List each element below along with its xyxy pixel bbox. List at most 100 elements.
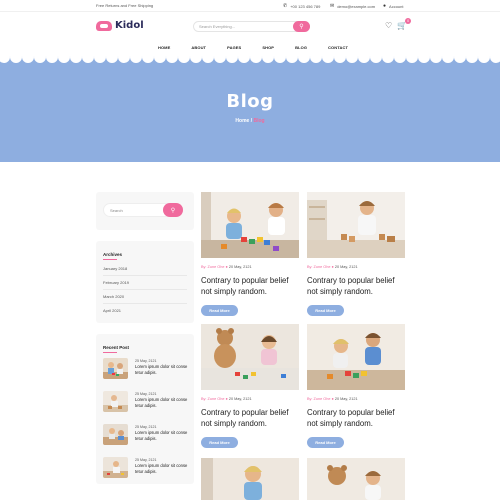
recent-post-link[interactable]: Lorem ipsum dolor sit conse tetur adipis…: [135, 463, 189, 474]
blog-card-title[interactable]: Contrary to popular belief not simply ra…: [201, 275, 299, 297]
blog-card: [307, 458, 405, 500]
archives-title: Archives: [103, 252, 123, 257]
email-contact[interactable]: ✉ demo@example.com: [330, 3, 375, 9]
archive-item[interactable]: January 2018: [103, 266, 127, 271]
dot-separator: ●: [225, 265, 228, 269]
blog-card-author[interactable]: By: Zune Ohe: [307, 397, 330, 401]
recent-post-thumbnail[interactable]: [103, 424, 128, 445]
scallop-dot: [94, 56, 106, 63]
scallop-dot: [118, 56, 130, 63]
scallop-dot: [250, 56, 262, 63]
sidebar-search-button[interactable]: ⚲: [163, 203, 183, 217]
page-hero: Blog Home / Blog: [0, 56, 500, 162]
recent-post-thumbnail[interactable]: [103, 391, 128, 412]
main-nav: HOME ABOUT PAGES SHOP BLOG CONTACT: [0, 40, 500, 56]
blog-card-image[interactable]: [201, 458, 299, 500]
scallop-dot: [238, 56, 250, 63]
recent-post-link[interactable]: Lorem ipsum dolor sit conse tetur adipis…: [135, 397, 189, 408]
nav-item-shop[interactable]: SHOP: [262, 40, 274, 56]
scallop-dot: [490, 56, 500, 63]
scallop-dot: [70, 56, 82, 63]
scallop-dot: [454, 56, 466, 63]
scallop-dot: [106, 56, 118, 63]
title-underline: [103, 352, 117, 353]
archive-item[interactable]: April 2021: [103, 308, 121, 313]
nav-item-blog[interactable]: BLOG: [295, 40, 307, 56]
nav-item-contact[interactable]: CONTACT: [328, 40, 348, 56]
read-more-button[interactable]: Read More: [307, 305, 344, 316]
site-logo[interactable]: Kidol: [96, 20, 144, 31]
read-more-button[interactable]: Read More: [307, 437, 344, 448]
blog-card-image[interactable]: [307, 192, 405, 258]
sidebar-search-placeholder: Search: [110, 208, 123, 213]
blog-card-author[interactable]: By: Zune Ohe: [201, 397, 224, 401]
blog-card-author[interactable]: By: Zune Ohe: [201, 265, 224, 269]
read-more-button[interactable]: Read More: [201, 437, 238, 448]
scallop-dot: [46, 56, 58, 63]
nav-item-about[interactable]: ABOUT: [191, 40, 206, 56]
account-link[interactable]: ● Account: [383, 3, 403, 9]
sidebar-search-widget: Search ⚲: [96, 192, 194, 230]
wishlist-heart-icon[interactable]: ♡: [385, 21, 392, 30]
shipping-notice: Free Returns and Free Shipping: [96, 3, 154, 8]
scallop-dot: [130, 56, 142, 63]
scallop-dot: [358, 56, 370, 63]
archive-item[interactable]: February 2019: [103, 280, 129, 285]
archive-item[interactable]: March 2020: [103, 294, 124, 299]
blog-card-date: 20 May, 2121: [228, 397, 252, 401]
breadcrumb: Home / Blog: [0, 118, 500, 124]
blog-card-meta: By: Zune Ohe ● 20 May, 2121: [307, 265, 358, 269]
sidebar-search-input[interactable]: Search ⚲: [103, 203, 183, 217]
recent-post-link[interactable]: Lorem ipsum dolor sit conse tetur adipis…: [135, 430, 189, 441]
dot-separator: ●: [331, 265, 334, 269]
scallop-dot: [166, 56, 178, 63]
scallop-dot: [430, 56, 442, 63]
blog-card-meta: By: Zune Ohe ● 20 May, 2121: [201, 397, 252, 401]
scallop-dot: [286, 56, 298, 63]
nav-item-home[interactable]: HOME: [158, 40, 170, 56]
recent-posts-widget: Recent Post 25 May, 2121 Lorem ipsum dol…: [96, 334, 194, 484]
read-more-button[interactable]: Read More: [201, 305, 238, 316]
scallop-dot: [22, 56, 34, 63]
top-bar: Free Returns and Free Shipping ✆ +00 123…: [0, 0, 500, 12]
phone-contact[interactable]: ✆ +00 123 456 789: [283, 3, 320, 9]
blog-card-author[interactable]: By: Zune Ohe: [307, 265, 330, 269]
blog-card-date: 20 May, 2121: [334, 397, 358, 401]
blog-card-image[interactable]: [201, 324, 299, 390]
cart-button[interactable]: 🛒 0: [397, 18, 412, 30]
recent-post-thumbnail[interactable]: [103, 457, 128, 478]
scallop-dot: [262, 56, 274, 63]
scallop-dot: [190, 56, 202, 63]
page-title: Blog: [226, 91, 274, 112]
blog-card-title[interactable]: Contrary to popular belief not simply ra…: [201, 407, 299, 429]
blog-card-title[interactable]: Contrary to popular belief not simply ra…: [307, 275, 405, 297]
scallop-dot: [154, 56, 166, 63]
breadcrumb-home[interactable]: Home: [235, 118, 249, 124]
blog-card-image[interactable]: [307, 324, 405, 390]
blog-card-meta: By: Zune Ohe ● 20 May, 2121: [201, 265, 252, 269]
scallop-dot: [178, 56, 190, 63]
blog-card-image[interactable]: [307, 458, 405, 500]
search-icon: ⚲: [170, 207, 176, 214]
scallop-dot: [214, 56, 226, 63]
scallop-dot: [202, 56, 214, 63]
recent-post-link[interactable]: Lorem ipsum dolor sit conse tetur adipis…: [135, 364, 189, 375]
recent-post-thumbnail[interactable]: [103, 358, 128, 379]
scallop-dot: [226, 56, 238, 63]
scallop-dot: [298, 56, 310, 63]
nav-item-pages[interactable]: PAGES: [227, 40, 241, 56]
phone-icon: ✆: [283, 3, 288, 9]
account-label: Account: [389, 3, 404, 9]
scallop-dot: [466, 56, 478, 63]
scallop-dot: [274, 56, 286, 63]
blog-card-title[interactable]: Contrary to popular belief not simply ra…: [307, 407, 405, 429]
logo-mark-icon: [96, 20, 112, 31]
scallop-dot: [10, 56, 22, 63]
scallop-dot: [0, 56, 10, 63]
scallop-dot: [370, 56, 382, 63]
blog-card-image[interactable]: [201, 192, 299, 258]
divider: [103, 303, 187, 304]
header-search-button[interactable]: ⚲: [293, 21, 310, 32]
scallop-dot: [382, 56, 394, 63]
header-search-input[interactable]: Search Everything... ⚲: [193, 21, 310, 32]
